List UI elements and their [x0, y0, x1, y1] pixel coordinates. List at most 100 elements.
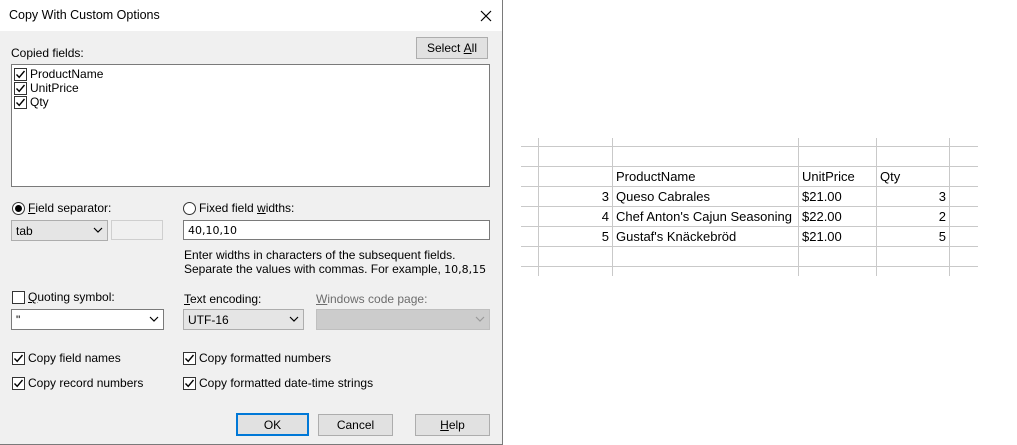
text-encoding-select[interactable]: UTF-16	[183, 309, 304, 330]
unit-price-cell[interactable]: $21.00	[799, 186, 876, 206]
dialog-title: Copy With Custom Options	[9, 8, 160, 22]
field-checkbox[interactable]	[14, 67, 27, 81]
custom-separator-input[interactable]	[111, 220, 163, 240]
help-label-b: elp	[448, 418, 465, 432]
copy-formatted-numbers-checkbox[interactable]: Copy formatted numbers	[183, 351, 331, 365]
field-name: Qty	[30, 95, 49, 109]
cancel-button[interactable]: Cancel	[318, 414, 393, 436]
checkmark-icon	[13, 379, 24, 387]
checkbox-checked-indicator	[12, 351, 25, 365]
quoting-symbol-select[interactable]: "	[11, 309, 164, 330]
copy-formatted-dates-label: Copy formatted date-time strings	[199, 376, 374, 390]
column-header[interactable]: ProductName	[613, 166, 798, 186]
copy-field-names-label: Copy field names	[28, 351, 121, 365]
copy-record-numbers-label: Copy record numbers	[28, 376, 144, 390]
quoting-label-b: uoting symbol:	[37, 290, 115, 304]
checkbox-checked-indicator	[12, 376, 25, 390]
cancel-label: Cancel	[336, 418, 375, 432]
help-label-a: H	[440, 418, 449, 432]
chevron-down-icon	[475, 316, 485, 322]
unit-price-cell[interactable]: $21.00	[799, 226, 876, 246]
copy-options-dialog: Copy With Custom Options Copied fields: …	[0, 0, 503, 445]
record-number-cell[interactable]: 5	[539, 226, 612, 246]
hint-example: 10,8,15	[444, 263, 487, 276]
fixed-widths-input[interactable]: 40,10,10	[183, 220, 490, 240]
spreadsheet-grid[interactable]: ProductName UnitPrice Qty 3 Queso Cabral…	[521, 138, 978, 276]
select-all-button[interactable]: Select All	[416, 37, 488, 59]
checkbox-checked-indicator	[183, 351, 196, 365]
product-name-cell[interactable]: Gustaf's Knäckebröd	[613, 226, 798, 246]
qty-cell[interactable]: 2	[877, 206, 949, 226]
field-separator-select[interactable]: tab	[11, 220, 108, 241]
ok-button[interactable]: OK	[236, 413, 309, 436]
quoting-symbol-checkbox[interactable]: Quoting symbol:	[12, 290, 115, 304]
field-checkbox[interactable]	[14, 95, 27, 109]
fixed-widths-radio[interactable]: Fixed field widths:	[183, 201, 294, 215]
grid-line	[949, 138, 950, 276]
grid-line	[521, 266, 978, 267]
chevron-down-icon	[93, 227, 103, 233]
record-number-cell[interactable]: 4	[539, 206, 612, 226]
copy-formatted-numbers-label: Copy formatted numbers	[199, 351, 332, 365]
field-separator-value: tab	[16, 223, 33, 238]
code-page-label-a: W	[316, 292, 328, 306]
select-all-label-b: A	[463, 41, 472, 55]
checkmark-icon	[15, 98, 26, 106]
ok-label: OK	[263, 417, 282, 432]
quoting-symbol-value: "	[16, 312, 21, 327]
fixed-widths-label-b: w	[257, 201, 266, 215]
code-page-select[interactable]	[316, 309, 490, 330]
field-separator-radio[interactable]: Field separator:	[12, 201, 111, 215]
text-encoding-label-b: ext encoding:	[190, 292, 262, 306]
list-item[interactable]: UnitPrice	[14, 81, 79, 95]
copy-formatted-dates-checkbox[interactable]: Copy formatted date-time strings	[183, 376, 373, 390]
copy-record-numbers-checkbox[interactable]: Copy record numbers	[12, 376, 143, 390]
copied-fields-list[interactable]: ProductName UnitPrice Qty	[11, 64, 490, 187]
close-button[interactable]	[470, 0, 502, 31]
close-icon	[480, 10, 492, 21]
field-checkbox[interactable]	[14, 81, 27, 95]
fixed-widths-label-c: idths:	[265, 201, 295, 215]
product-name-cell[interactable]: Chef Anton's Cajun Seasoning	[613, 206, 798, 226]
checkmark-icon	[15, 84, 26, 92]
code-page-label: Windows code page:	[316, 292, 427, 306]
fixed-widths-label-a: Fixed field	[199, 201, 258, 215]
checkbox-unchecked-indicator	[12, 290, 25, 304]
title-bar: Copy With Custom Options	[0, 0, 502, 31]
checkmark-icon	[15, 70, 26, 78]
chevron-down-icon	[149, 316, 159, 322]
text-encoding-value: UTF-16	[188, 312, 229, 327]
list-item[interactable]: Qty	[14, 95, 49, 109]
copy-field-names-checkbox[interactable]: Copy field names	[12, 351, 121, 365]
quoting-label-a: Q	[28, 290, 38, 304]
checkmark-icon	[13, 354, 24, 362]
checkbox-checked-indicator	[183, 376, 196, 390]
hint-line-1: Enter widths in characters of the subseq…	[184, 248, 456, 262]
record-number-cell[interactable]: 3	[539, 186, 612, 206]
select-all-label-c: ll	[471, 41, 478, 55]
help-button[interactable]: Help	[415, 414, 490, 436]
radio-unselected-indicator	[183, 201, 196, 215]
unit-price-cell[interactable]: $22.00	[799, 206, 876, 226]
grid-line	[521, 246, 978, 247]
column-header[interactable]: Qty	[877, 166, 949, 186]
qty-cell[interactable]: 3	[877, 186, 949, 206]
select-all-label-a: Select	[426, 41, 464, 55]
grid-line	[521, 146, 978, 147]
checkmark-icon	[184, 354, 195, 362]
product-name-cell[interactable]: Queso Cabrales	[613, 186, 798, 206]
text-encoding-label: Text encoding:	[184, 292, 261, 306]
chevron-down-icon	[289, 316, 299, 322]
hint-line-2: Separate the values with commas. For exa…	[184, 262, 486, 276]
checkmark-icon	[184, 379, 195, 387]
list-item[interactable]: ProductName	[14, 67, 103, 81]
code-page-label-b: indows code page:	[327, 292, 428, 306]
qty-cell[interactable]: 5	[877, 226, 949, 246]
copied-fields-label: Copied fields:	[11, 46, 84, 60]
fixed-widths-value: 40,10,10	[188, 223, 237, 237]
radio-selected-indicator	[12, 201, 25, 215]
column-header[interactable]: UnitPrice	[799, 166, 876, 186]
field-name: UnitPrice	[30, 81, 79, 95]
field-separator-label-b: ield separator:	[35, 201, 112, 215]
hint-line-2-text: Separate the values with commas. For exa…	[184, 262, 445, 276]
